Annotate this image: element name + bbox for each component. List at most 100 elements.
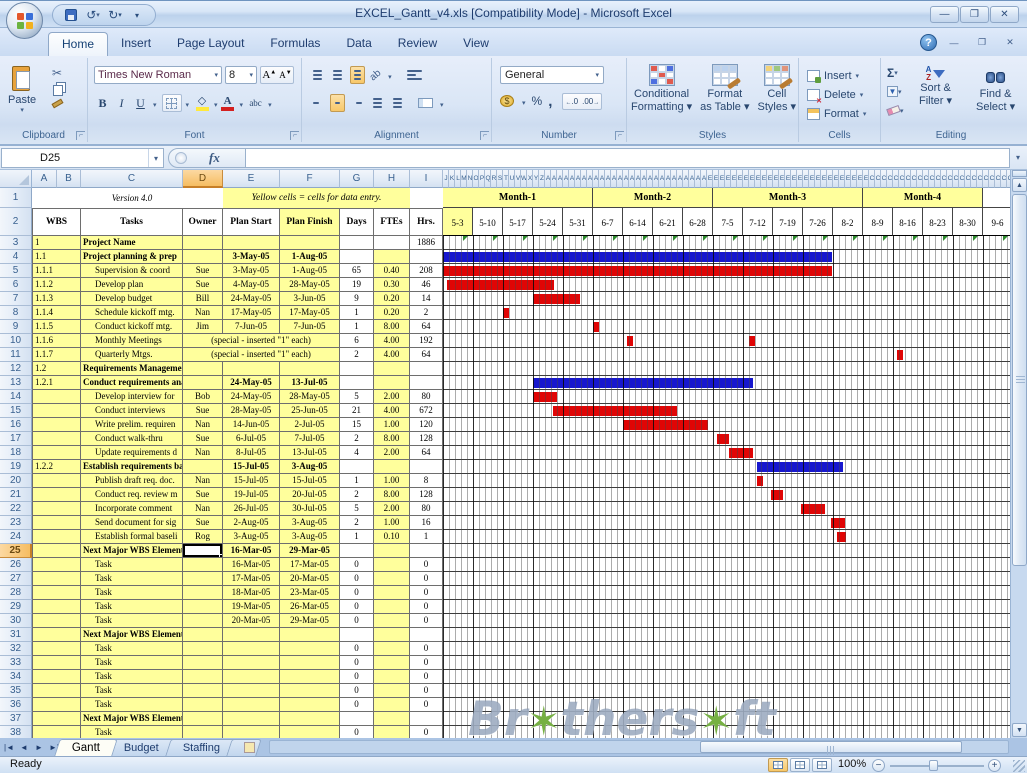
cell-ft-3[interactable]	[374, 236, 410, 250]
vertical-scrollbar-thumb[interactable]	[1012, 194, 1027, 566]
cell-st-26[interactable]: 16-Mar-05	[223, 558, 280, 572]
cell-st-16[interactable]: 14-Jun-05	[223, 418, 280, 432]
cell-st-33[interactable]	[223, 656, 280, 670]
gantt-row-15[interactable]	[443, 404, 1010, 418]
column-header-A[interactable]: A	[32, 170, 57, 188]
cell-st-38[interactable]	[223, 726, 280, 738]
cell-ft-37[interactable]	[374, 712, 410, 726]
cell-owner-12[interactable]	[183, 362, 223, 376]
cell-ft-27[interactable]	[374, 572, 410, 586]
row-header-38[interactable]: 38	[0, 726, 32, 738]
font-family-select[interactable]: Times New Roman ▾	[94, 66, 222, 84]
alignment-dialog-launcher[interactable]: ⌐	[480, 131, 489, 140]
row-header-19[interactable]: 19	[0, 460, 32, 474]
cell-task-32[interactable]: Task	[81, 642, 183, 656]
cell-st-14[interactable]: 24-May-05	[223, 390, 280, 404]
cell-hr-25[interactable]	[410, 544, 443, 558]
row-header-3[interactable]: 3	[0, 236, 32, 250]
cell-task-15[interactable]: Conduct interviews	[81, 404, 183, 418]
insert-worksheet-tab[interactable]	[226, 739, 262, 756]
cell-special-10[interactable]: (special - inserted "1" each)	[183, 334, 340, 348]
row-header-34[interactable]: 34	[0, 670, 32, 684]
cell-hr-15[interactable]: 672	[410, 404, 443, 418]
cell-owner-19[interactable]	[183, 460, 223, 474]
cell-dy-37[interactable]	[340, 712, 374, 726]
cell-owner-6[interactable]: Sue	[183, 278, 223, 292]
gantt-row-3[interactable]	[443, 236, 1010, 250]
row-header-21[interactable]: 21	[0, 488, 32, 502]
cell-fn-28[interactable]: 23-Mar-05	[280, 586, 340, 600]
cell-st-35[interactable]	[223, 684, 280, 698]
cell-task-12[interactable]: Requirements Management	[81, 362, 183, 376]
cell-dy-19[interactable]	[340, 460, 374, 474]
gantt-area[interactable]: Month-1 Month-2 Month-3 Month-4 5-3 5-10 5-17 5…	[443, 188, 1010, 738]
row-header-13[interactable]: 13	[0, 376, 32, 390]
cell-wbs-3[interactable]: 1	[32, 236, 81, 250]
cell-wbs-31[interactable]	[32, 628, 81, 642]
increase-indent-icon[interactable]	[390, 95, 405, 111]
workbook-minimize-button[interactable]: —	[943, 35, 965, 50]
gantt-row-26[interactable]	[443, 558, 1010, 572]
cell-dy-22[interactable]: 5	[340, 502, 374, 516]
cell-task-22[interactable]: Incorporate comment	[81, 502, 183, 516]
cell-dy-35[interactable]: 0	[340, 684, 374, 698]
gantt-row-9[interactable]	[443, 320, 1010, 334]
zoom-slider-thumb[interactable]	[929, 760, 938, 771]
cell-task-21[interactable]: Conduct req. review m	[81, 488, 183, 502]
underline-button[interactable]: U	[132, 94, 149, 112]
cell-task-35[interactable]: Task	[81, 684, 183, 698]
cell-fn-17[interactable]: 7-Jul-05	[280, 432, 340, 446]
cell-ft-34[interactable]	[374, 670, 410, 684]
cell-hr-26[interactable]: 0	[410, 558, 443, 572]
cell-fn-21[interactable]: 20-Jul-05	[280, 488, 340, 502]
gantt-row-28[interactable]	[443, 586, 1010, 600]
cell-task-9[interactable]: Conduct kickoff mtg.	[81, 320, 183, 334]
cell-wbs-20[interactable]	[32, 474, 81, 488]
page-layout-view-button[interactable]	[790, 758, 810, 772]
cell-dy-26[interactable]: 0	[340, 558, 374, 572]
column-header-B[interactable]: B	[57, 170, 81, 188]
gantt-row-16[interactable]	[443, 418, 1010, 432]
cell-owner-26[interactable]	[183, 558, 223, 572]
accounting-format-icon[interactable]: $	[500, 95, 514, 107]
cell-wbs-23[interactable]	[32, 516, 81, 530]
row-header-32[interactable]: 32	[0, 642, 32, 656]
cell-owner-32[interactable]	[183, 642, 223, 656]
cell-hr-33[interactable]: 0	[410, 656, 443, 670]
cell-fn-13[interactable]: 13-Jul-05	[280, 376, 340, 390]
cell-dy-38[interactable]: 0	[340, 726, 374, 738]
cell-ft-23[interactable]: 1.00	[374, 516, 410, 530]
clipboard-dialog-launcher[interactable]: ⌐	[76, 131, 85, 140]
vertical-scrollbar[interactable]: ▲ ▼	[1010, 170, 1027, 738]
zoom-out-icon[interactable]: −	[872, 759, 885, 772]
cell-ft-30[interactable]	[374, 614, 410, 628]
cell-ft-21[interactable]: 8.00	[374, 488, 410, 502]
bold-button[interactable]: B	[94, 94, 111, 112]
cell-owner-23[interactable]: Sue	[183, 516, 223, 530]
cell-fn-12[interactable]	[280, 362, 340, 376]
cell-ft-25[interactable]	[374, 544, 410, 558]
cell-st-28[interactable]: 18-Mar-05	[223, 586, 280, 600]
cell-dy-36[interactable]: 0	[340, 698, 374, 712]
align-center-icon[interactable]	[330, 94, 345, 112]
cell-task-16[interactable]: Write prelim. requiren	[81, 418, 183, 432]
previous-sheet-icon[interactable]: ◄	[17, 740, 31, 754]
cell-fn-19[interactable]: 3-Aug-05	[280, 460, 340, 474]
row-header-9[interactable]: 9	[0, 320, 32, 334]
cell-hr-32[interactable]: 0	[410, 642, 443, 656]
row-header-37[interactable]: 37	[0, 712, 32, 726]
cell-task-6[interactable]: Develop plan	[81, 278, 183, 292]
italic-button[interactable]: I	[113, 94, 130, 112]
gantt-row-11[interactable]	[443, 348, 1010, 362]
cell-wbs-9[interactable]: 1.1.5	[32, 320, 81, 334]
cell-task-23[interactable]: Send document for sig	[81, 516, 183, 530]
cell-task-5[interactable]: Supervision & coord	[81, 264, 183, 278]
cell-ft-32[interactable]	[374, 642, 410, 656]
next-sheet-icon[interactable]: ►	[32, 740, 46, 754]
gantt-row-36[interactable]	[443, 698, 1010, 712]
cell-owner-29[interactable]	[183, 600, 223, 614]
workbook-close-button[interactable]: ✕	[999, 35, 1021, 50]
cell-fn-32[interactable]	[280, 642, 340, 656]
tab-page-layout[interactable]: Page Layout	[164, 32, 257, 56]
minimize-button[interactable]: —	[930, 6, 959, 23]
